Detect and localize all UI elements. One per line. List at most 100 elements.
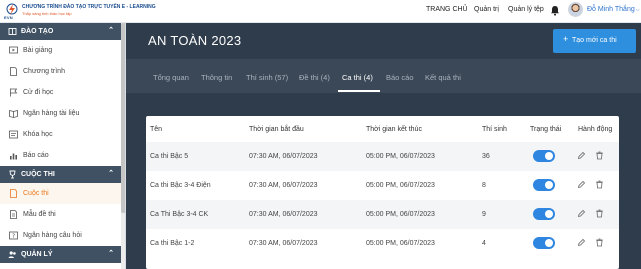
status-toggle[interactable] <box>533 150 555 162</box>
edit-icon[interactable] <box>577 209 586 218</box>
delete-icon[interactable] <box>595 209 604 218</box>
brand-title: CHƯƠNG TRÌNH ĐÀO TẠO TRỰC TUYẾN E - LEAR… <box>22 4 156 10</box>
cell-end: 05:00 PM, 06/07/2023 <box>366 182 435 189</box>
delete-icon[interactable] <box>595 151 604 160</box>
column-header-start: Thời gian bắt đầu <box>249 126 304 133</box>
active-tab-indicator <box>338 90 380 92</box>
table-row[interactable]: Ca Thi Bậc 3-4 CK 07:30 AM, 06/07/2023 0… <box>146 200 619 229</box>
sidebar-item-document-bank[interactable]: Ngân hàng tài liệu <box>0 103 121 124</box>
edit-icon[interactable] <box>577 180 586 189</box>
chevron-up-icon: ⌃ <box>108 27 114 34</box>
cell-name: Ca thi Bậc 1-2 <box>150 240 195 247</box>
cell-candidates: 8 <box>482 182 486 189</box>
sidebar-item-reports[interactable]: Báo cáo <box>0 145 121 166</box>
cell-start: 07:30 AM, 06/07/2023 <box>249 153 318 160</box>
plus-icon: + <box>563 34 569 44</box>
course-icon <box>9 130 18 139</box>
toggle-knob <box>545 181 553 189</box>
tab-exams[interactable]: Đề thi (4) <box>299 73 330 82</box>
chevron-up-icon: ⌃ <box>108 250 114 257</box>
sidebar-item-question-bank[interactable]: ? Ngân hàng câu hỏi <box>0 225 121 246</box>
user-menu[interactable]: Đỗ Minh Thắng⌵ <box>587 6 640 13</box>
cell-end: 05:00 PM, 06/07/2023 <box>366 240 435 247</box>
sidebar-section-contests[interactable]: CUỘC THI ⌃ <box>0 166 121 183</box>
nav-file-manager[interactable]: Quản lý tệp <box>508 6 544 13</box>
sidebar-section-management[interactable]: QUẢN LÝ ⌃ <box>0 246 121 263</box>
sidebar-item-label: Ngân hàng tài liệu <box>23 110 80 117</box>
nav-home[interactable]: TRANG CHỦ <box>426 6 468 13</box>
toggle-knob <box>545 210 553 218</box>
username-label: Đỗ Minh Thắng <box>587 6 635 13</box>
cell-name: Ca thi Bậc 3-4 Điện <box>150 182 211 189</box>
sidebar-item-exam-templates[interactable]: Mẫu đề thi <box>0 204 121 225</box>
delete-icon[interactable] <box>595 180 604 189</box>
sidebar-item-programs[interactable]: Chương trình <box>0 61 121 82</box>
cell-start: 07:30 AM, 06/07/2023 <box>249 211 318 218</box>
edit-icon[interactable] <box>577 151 586 160</box>
toggle-knob <box>545 152 553 160</box>
toggle-knob <box>545 239 553 247</box>
status-toggle[interactable] <box>533 208 555 220</box>
sidebar-item-label: Cuộc thi <box>23 190 49 197</box>
sidebar-item-courses[interactable]: Khóa học <box>0 124 121 145</box>
tab-reports[interactable]: Báo cáo <box>386 73 414 82</box>
sidebar-item-label: Chương trình <box>23 68 65 75</box>
svg-text:?: ? <box>12 233 15 240</box>
sidebar-item-label: Bài giảng <box>23 47 53 54</box>
table-row[interactable]: Ca thi Bậc 5 07:30 AM, 06/07/2023 05:00 … <box>146 142 619 171</box>
sidebar-item-lectures[interactable]: Bài giảng <box>0 40 121 61</box>
trophy-icon <box>9 170 16 179</box>
column-header-candidates: Thí sinh <box>482 126 507 133</box>
chevron-down-icon: ⌵ <box>635 7 640 13</box>
template-icon <box>10 210 17 219</box>
column-header-status: Trạng thái <box>530 126 562 133</box>
question-bank-icon: ? <box>9 231 18 240</box>
cell-candidates: 4 <box>482 240 486 247</box>
tab-candidates[interactable]: Thí sinh (57) <box>246 73 288 82</box>
edit-icon[interactable] <box>577 238 586 247</box>
document-icon <box>10 67 17 76</box>
bell-icon[interactable] <box>550 5 560 16</box>
book-open-icon <box>9 109 18 118</box>
cell-start: 07:30 AM, 06/07/2023 <box>249 240 318 247</box>
cell-candidates: 36 <box>482 153 490 160</box>
create-session-button[interactable]: + Tạo mới ca thi <box>553 29 636 53</box>
sidebar-section-training[interactable]: ĐÀO TẠO ⌃ <box>0 23 121 40</box>
tab-bar: Tổng quan Thông tin Thí sinh (57) Đề thi… <box>126 59 641 93</box>
status-toggle[interactable] <box>533 237 555 249</box>
cell-end: 05:00 PM, 06/07/2023 <box>366 211 435 218</box>
tab-info[interactable]: Thông tin <box>201 73 232 82</box>
sessions-table: Tên Thời gian bắt đầu Thời gian kết thúc… <box>146 116 619 269</box>
sidebar-item-label: Ngân hàng câu hỏi <box>23 232 82 239</box>
column-header-end: Thời gian kết thúc <box>366 126 422 133</box>
section-title: CUỘC THI <box>21 171 55 178</box>
brand-subtitle: Thắp sáng tinh thần học tập <box>22 11 72 16</box>
status-toggle[interactable] <box>533 179 555 191</box>
table-row[interactable]: Ca thi Bậc 1-2 07:30 AM, 06/07/2023 05:0… <box>146 229 619 258</box>
top-bar: EVN CHƯƠNG TRÌNH ĐÀO TẠO TRỰC TUYẾN E - … <box>0 0 641 23</box>
tab-results[interactable]: Kết quả thi <box>425 73 461 82</box>
flag-icon <box>10 88 18 97</box>
cell-name: Ca Thi Bậc 3-4 CK <box>150 211 209 218</box>
avatar[interactable] <box>568 2 583 17</box>
sidebar-item-study-dispatch[interactable]: Cử đi học <box>0 82 121 103</box>
bar-chart-icon <box>10 153 17 160</box>
sidebar-item-label: Khóa học <box>23 131 53 138</box>
users-icon <box>8 251 16 258</box>
delete-icon[interactable] <box>595 238 604 247</box>
table-row[interactable]: Ca thi Bậc 3-4 Điện 07:30 AM, 06/07/2023… <box>146 171 619 200</box>
sidebar-item-contest[interactable]: Cuộc thi <box>0 183 121 204</box>
sidebar-item-label: Mẫu đề thi <box>23 211 56 218</box>
lecture-icon <box>9 46 18 54</box>
tab-overview[interactable]: Tổng quan <box>153 73 189 82</box>
main-panel: AN TOÀN 2023 + Tạo mới ca thi Tổng quan … <box>126 23 641 269</box>
logo-text: EVN <box>4 15 13 20</box>
column-header-name: Tên <box>150 126 163 133</box>
cell-start: 07:30 AM, 06/07/2023 <box>249 182 318 189</box>
tab-sessions[interactable]: Ca thi (4) <box>342 73 373 82</box>
nav-admin[interactable]: Quản trị <box>474 6 499 13</box>
section-title: ĐÀO TẠO <box>21 28 54 35</box>
cell-candidates: 9 <box>482 211 486 218</box>
page-title: AN TOÀN 2023 <box>148 33 242 48</box>
sidebar: ĐÀO TẠO ⌃ Bài giảng Chương trình Cử đi h… <box>0 23 126 269</box>
